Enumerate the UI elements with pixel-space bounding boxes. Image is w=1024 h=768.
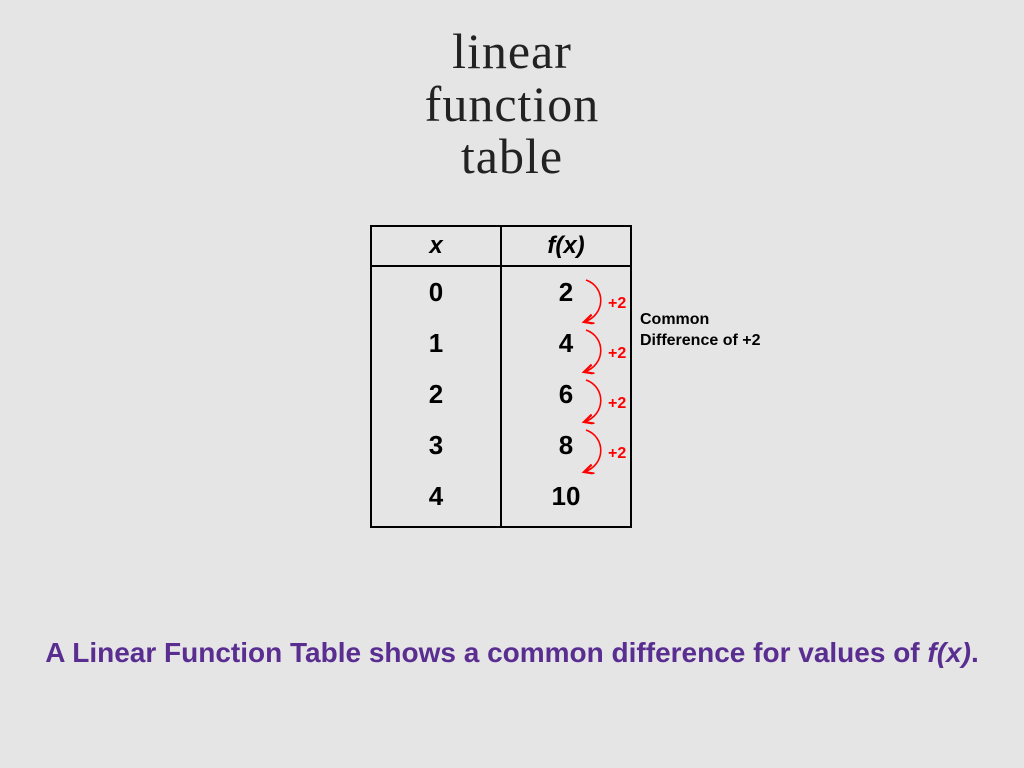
common-difference-label: Common Difference of +2 xyxy=(640,310,760,352)
cell-x: 0 xyxy=(371,266,501,318)
cell-x: 3 xyxy=(371,420,501,471)
table-header-row: x f(x) xyxy=(371,226,631,266)
caption-post: . xyxy=(971,637,979,668)
slide-title: linear function table xyxy=(0,25,1024,183)
slide-caption: A Linear Function Table shows a common d… xyxy=(0,635,1024,671)
slide: linear function table x f(x) 0 2 1 4 2 6… xyxy=(0,0,1024,768)
cell-fx: 10 xyxy=(501,471,631,527)
difference-label: +2 xyxy=(608,395,626,413)
difference-label: +2 xyxy=(608,295,626,313)
table-row: 3 8 xyxy=(371,420,631,471)
header-x: x xyxy=(371,226,501,266)
table-row: 0 2 xyxy=(371,266,631,318)
table-row: 4 10 xyxy=(371,471,631,527)
table-row: 1 4 xyxy=(371,318,631,369)
cell-x: 1 xyxy=(371,318,501,369)
cell-x: 2 xyxy=(371,369,501,420)
header-fx: f(x) xyxy=(501,226,631,266)
caption-fx: f(x) xyxy=(927,637,971,668)
difference-label: +2 xyxy=(608,345,626,363)
difference-label: +2 xyxy=(608,445,626,463)
table-row: 2 6 xyxy=(371,369,631,420)
function-table: x f(x) 0 2 1 4 2 6 3 8 4 10 xyxy=(370,225,632,528)
caption-text: A Linear Function Table shows a common d… xyxy=(45,637,927,668)
cell-x: 4 xyxy=(371,471,501,527)
